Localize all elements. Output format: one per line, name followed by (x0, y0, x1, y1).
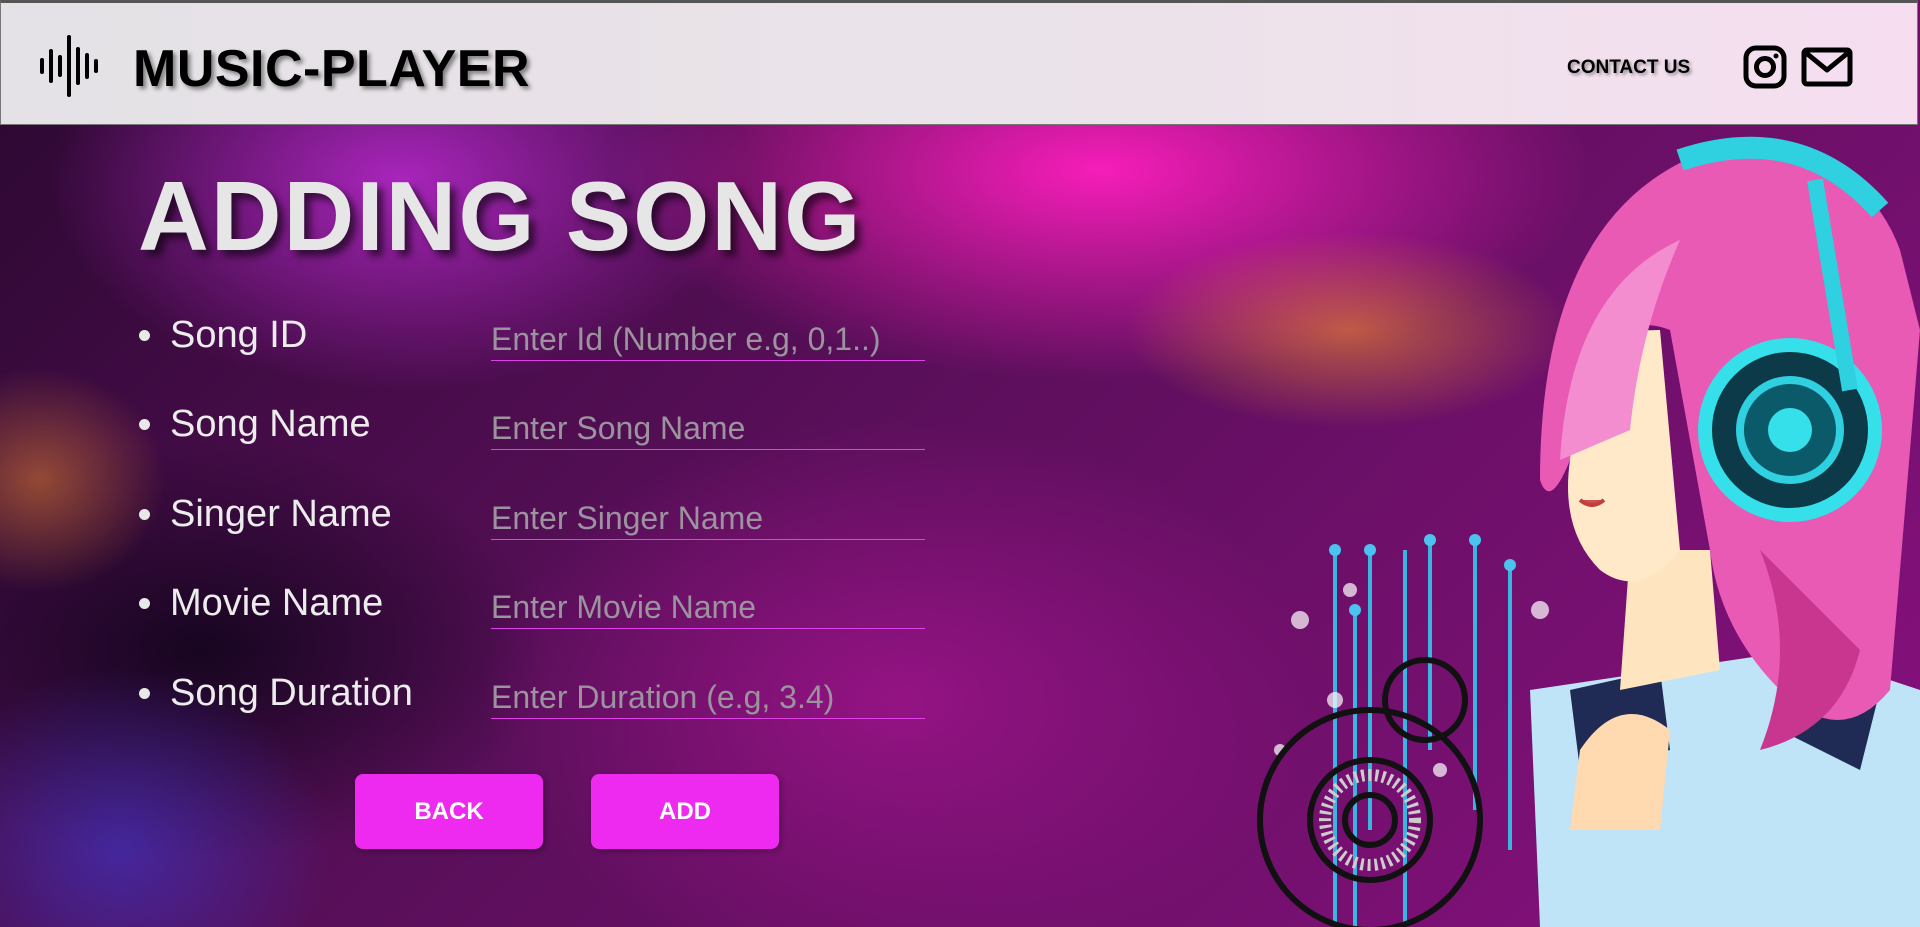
back-button[interactable]: BACK (355, 774, 543, 849)
song-id-label: Song ID (170, 314, 308, 356)
instagram-icon[interactable] (1743, 45, 1787, 89)
mail-icon[interactable] (1801, 47, 1853, 87)
anime-headphone-girl-illustration (1257, 136, 1920, 927)
form-row-singer-name: Singer Name (136, 489, 936, 540)
form-row-song-duration: Song Duration (136, 668, 936, 719)
header-bar: MUSIC-PLAYER CONTACT US (0, 0, 1918, 125)
form-row-song-id: Song ID (136, 310, 936, 361)
song-name-input[interactable] (491, 407, 925, 450)
movie-name-input[interactable] (491, 586, 925, 629)
movie-name-label: Movie Name (170, 582, 384, 624)
bullet-icon (139, 598, 150, 609)
page-title: ADDING SONG (138, 161, 863, 271)
song-name-label: Song Name (170, 403, 371, 445)
bullet-icon (139, 330, 150, 341)
song-duration-label: Song Duration (170, 672, 413, 714)
bullet-icon (139, 509, 150, 520)
bullet-icon (139, 419, 150, 430)
form-row-movie-name: Movie Name (136, 578, 936, 629)
form-row-song-name: Song Name (136, 399, 936, 450)
song-duration-input[interactable] (491, 676, 925, 719)
add-button[interactable]: ADD (591, 774, 779, 849)
brand-title: MUSIC-PLAYER (133, 40, 531, 98)
singer-name-input[interactable] (491, 497, 925, 540)
singer-name-label: Singer Name (170, 493, 392, 535)
bullet-icon (139, 688, 150, 699)
contact-us-link[interactable]: CONTACT US (1567, 57, 1690, 79)
song-id-input[interactable] (491, 318, 925, 361)
sound-wave-logo-icon (40, 35, 98, 97)
